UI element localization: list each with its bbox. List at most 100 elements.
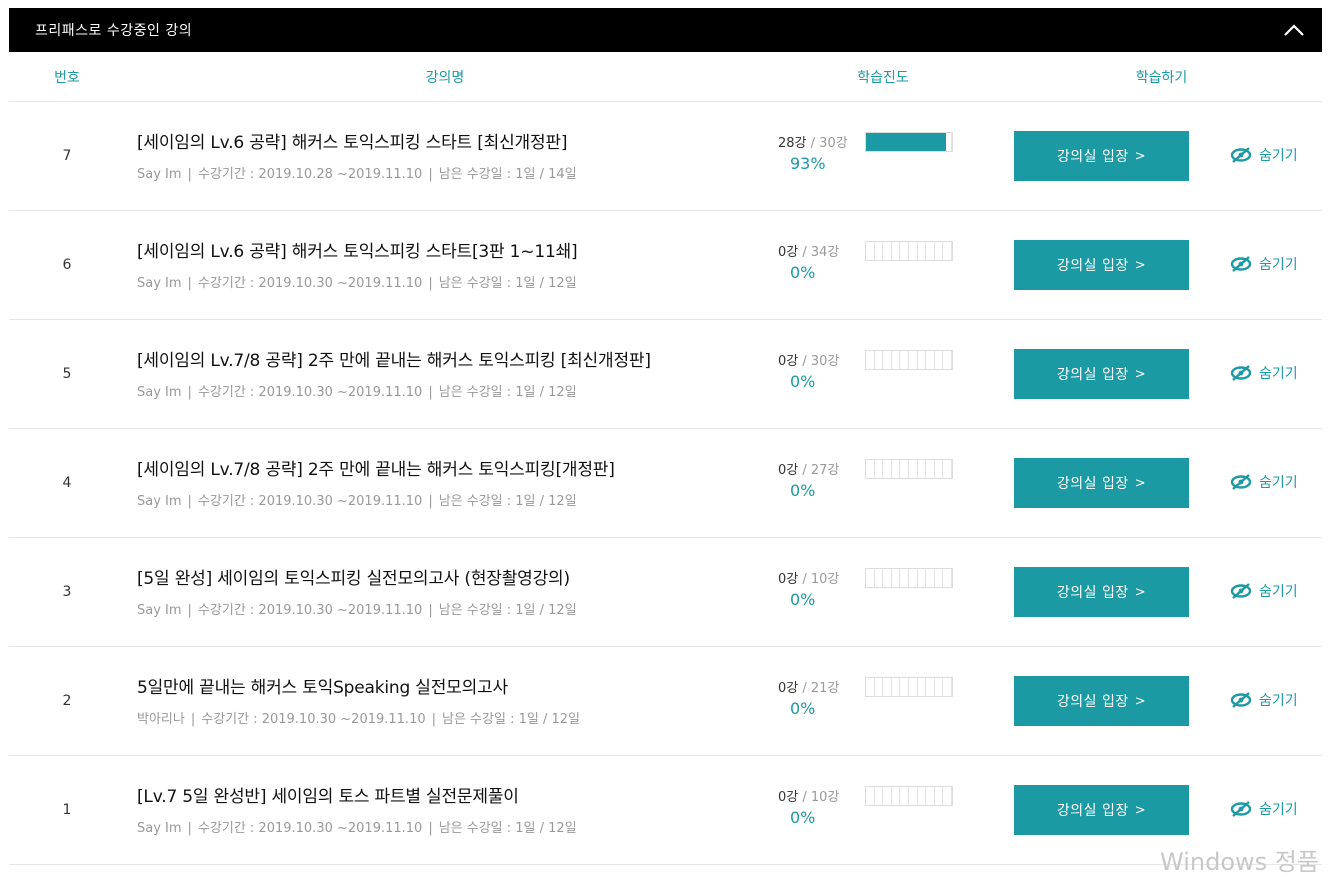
course-list: 7 [세이임의 Lv.6 공략] 해커스 토익스피킹 스타트 [최신개정판] Say… [9, 102, 1322, 865]
progress-segment [909, 569, 918, 587]
progress-segment [900, 351, 909, 369]
meta-separator: | [190, 712, 196, 727]
instructor-name: 박아리나 [137, 712, 185, 727]
eye-slash-icon [1230, 583, 1252, 599]
progress-segment [892, 351, 901, 369]
course-title[interactable]: [Lv.7 5일 완성반] 세이임의 토스 파트별 실전문제풀이 [137, 782, 577, 807]
progress-segment [875, 351, 884, 369]
eye-slash-icon [1230, 474, 1252, 490]
progress-segment [883, 787, 892, 805]
table-row: 3 [5일 완성] 세이임의 토익스피킹 실전모의고사 (현장촬영강의) Say I… [9, 538, 1322, 647]
progress-segment [943, 787, 952, 805]
progress-percent: 0% [790, 481, 816, 500]
hide-course-button[interactable]: 숨기기 [1230, 254, 1298, 274]
progress-segment [926, 242, 935, 260]
course-title[interactable]: [5일 완성] 세이임의 토익스피킹 실전모의고사 (현장촬영강의) [137, 564, 577, 589]
study-period: 수강기간 : 2019.10.30 ~2019.11.10 [197, 385, 423, 400]
study-period: 수강기간 : 2019.10.28 ~2019.11.10 [197, 167, 423, 182]
hide-course-button[interactable]: 숨기기 [1230, 363, 1298, 383]
enter-classroom-label: 강의실 입장 [1056, 476, 1129, 492]
progress-segment [943, 678, 952, 696]
progress-segment [875, 242, 884, 260]
instructor-name: Say Im [137, 494, 182, 509]
enter-classroom-button[interactable]: 강의실 입장 > [1014, 240, 1189, 290]
course-meta: Say Im | 수강기간 : 2019.10.30 ~2019.11.10 | 남은 … [137, 272, 577, 291]
instructor-name: Say Im [137, 821, 182, 836]
meta-separator: | [428, 167, 433, 182]
progress-bar [865, 350, 953, 370]
instructor-name: Say Im [137, 385, 182, 400]
progress-percent: 0% [790, 372, 816, 391]
lectures-total: / 27강 [802, 463, 840, 478]
course-title[interactable]: [세이임의 Lv.7/8 공략] 2주 만에 끝내는 해커스 토익스피킹 [최신… [137, 346, 651, 371]
hide-label: 숨기기 [1259, 584, 1298, 600]
course-info: [세이임의 Lv.6 공략] 해커스 토익스피킹 스타트[3판 1~11쇄] Sa… [137, 237, 578, 291]
meta-separator: | [187, 603, 192, 618]
windows-activation-watermark: Windows 정품 [1160, 848, 1319, 876]
progress-cell: 0강 / 10강 0% [778, 568, 978, 609]
hide-course-button[interactable]: 숨기기 [1230, 581, 1298, 601]
course-title[interactable]: [세이임의 Lv.7/8 공략] 2주 만에 끝내는 해커스 토익스피킹[개정판… [137, 455, 615, 480]
days-remaining: 남은 수강일 : 1일 / 12일 [438, 821, 577, 836]
progress-segment [866, 242, 875, 260]
lectures-done: 0강 [778, 572, 799, 587]
course-title[interactable]: [세이임의 Lv.6 공략] 해커스 토익스피킹 스타트 [최신개정판] [137, 128, 577, 153]
progress-cell: 0강 / 34강 0% [778, 241, 978, 282]
days-remaining: 남은 수강일 : 1일 / 12일 [438, 276, 577, 291]
lectures-total: / 30강 [802, 354, 840, 369]
enter-classroom-label: 강의실 입장 [1056, 367, 1129, 383]
meta-separator: | [428, 385, 433, 400]
progress-segment [926, 787, 935, 805]
table-row: 2 5일만에 끝내는 해커스 토익Speaking 실전모의고사 박아리나 | 수강기간… [9, 647, 1322, 756]
table-row: 4 [세이임의 Lv.7/8 공략] 2주 만에 끝내는 해커스 토익스피킹[개정… [9, 429, 1322, 538]
progress-segment [883, 242, 892, 260]
table-header: 번호 강의명 학습진도 학습하기 [9, 52, 1322, 102]
course-title[interactable]: 5일만에 끝내는 해커스 토익Speaking 실전모의고사 [137, 673, 580, 698]
progress-segment [943, 351, 952, 369]
days-remaining: 남은 수강일 : 1일 / 12일 [438, 494, 577, 509]
course-title[interactable]: [세이임의 Lv.6 공략] 해커스 토익스피킹 스타트[3판 1~11쇄] [137, 237, 578, 262]
enter-classroom-button[interactable]: 강의실 입장 > [1014, 131, 1189, 181]
progress-cell: 0강 / 27강 0% [778, 459, 978, 500]
enter-classroom-label: 강의실 입장 [1056, 258, 1129, 274]
lectures-done: 0강 [778, 245, 799, 260]
course-info: [Lv.7 5일 완성반] 세이임의 토스 파트별 실전문제풀이 Say Im | 수… [137, 782, 577, 836]
enter-classroom-button[interactable]: 강의실 입장 > [1014, 676, 1189, 726]
instructor-name: Say Im [137, 276, 182, 291]
hide-label: 숨기기 [1259, 257, 1298, 273]
hide-course-button[interactable]: 숨기기 [1230, 145, 1298, 165]
progress-segment [926, 569, 935, 587]
enter-classroom-label: 강의실 입장 [1056, 694, 1129, 710]
lectures-total: / 21강 [802, 681, 840, 696]
progress-bar [865, 241, 953, 261]
course-meta: Say Im | 수강기간 : 2019.10.30 ~2019.11.10 | 남은 … [137, 817, 577, 836]
progress-segment [909, 460, 918, 478]
course-info: 5일만에 끝내는 해커스 토익Speaking 실전모의고사 박아리나 | 수강기간 … [137, 673, 580, 727]
course-meta: Say Im | 수강기간 : 2019.10.28 ~2019.11.10 | 남은 … [137, 163, 577, 182]
meta-separator: | [187, 385, 192, 400]
meta-separator: | [187, 167, 192, 182]
days-remaining: 남은 수강일 : 1일 / 14일 [438, 167, 577, 182]
table-row: 7 [세이임의 Lv.6 공략] 해커스 토익스피킹 스타트 [최신개정판] Say… [9, 102, 1322, 211]
lectures-done: 0강 [778, 463, 799, 478]
lecture-count: 0강 / 21강 [778, 681, 839, 696]
progress-segment [935, 242, 944, 260]
progress-segment [935, 460, 944, 478]
column-header-no: 번호 [54, 69, 80, 86]
hide-course-button[interactable]: 숨기기 [1230, 472, 1298, 492]
days-remaining: 남은 수강일 : 1일 / 12일 [442, 712, 580, 727]
enter-classroom-button[interactable]: 강의실 입장 > [1014, 785, 1189, 835]
progress-cell: 0강 / 10강 0% [778, 786, 978, 827]
enter-classroom-button[interactable]: 강의실 입장 > [1014, 567, 1189, 617]
enter-classroom-button[interactable]: 강의실 입장 > [1014, 349, 1189, 399]
hide-course-button[interactable]: 숨기기 [1230, 690, 1298, 710]
collapse-button[interactable] [1282, 18, 1306, 42]
lecture-count: 0강 / 27강 [778, 463, 839, 478]
study-period: 수강기간 : 2019.10.30 ~2019.11.10 [197, 821, 423, 836]
progress-segment [943, 242, 952, 260]
table-row: 6 [세이임의 Lv.6 공략] 해커스 토익스피킹 스타트[3판 1~11쇄] S… [9, 211, 1322, 320]
chevron-up-icon [1284, 24, 1304, 36]
enter-classroom-button[interactable]: 강의실 입장 > [1014, 458, 1189, 508]
hide-course-button[interactable]: 숨기기 [1230, 799, 1298, 819]
lectures-total: / 10강 [802, 572, 840, 587]
